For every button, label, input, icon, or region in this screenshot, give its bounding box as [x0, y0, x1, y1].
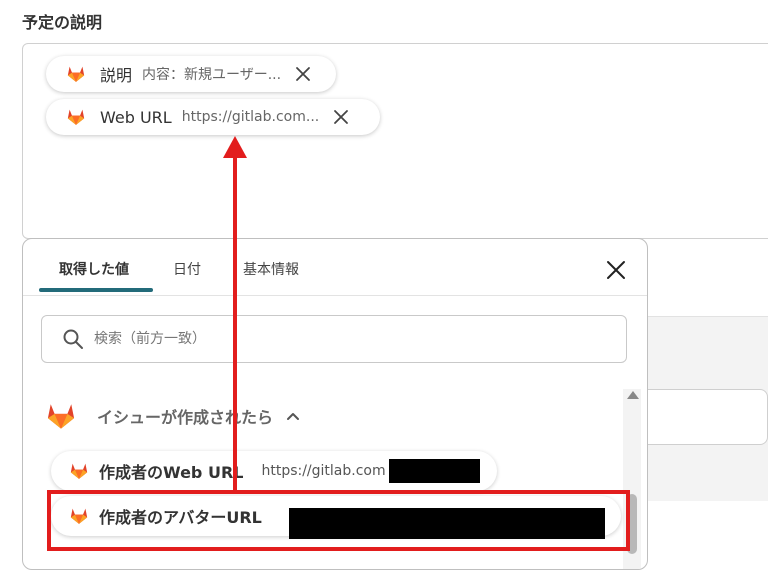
- value-picker-popup: 取得した値 日付 基本情報 イシューが作成されたら 作成者のWeb URL ht…: [22, 238, 648, 570]
- close-icon[interactable]: [333, 109, 349, 125]
- tab-acquired-values[interactable]: 取得した値: [59, 259, 129, 279]
- gitlab-icon: [66, 107, 86, 127]
- item-value: https://gitlab.com: [261, 463, 386, 479]
- chip-value: 内容：新規ユーザー...: [142, 67, 282, 83]
- search-field[interactable]: [41, 315, 627, 363]
- gitlab-icon: [45, 400, 77, 432]
- chevron-up-icon[interactable]: [285, 408, 301, 424]
- redaction-block: [289, 508, 605, 539]
- tab-bar: 取得した値 日付 基本情報: [23, 239, 647, 296]
- search-icon: [63, 329, 83, 349]
- tab-basic-info[interactable]: 基本情報: [243, 259, 299, 279]
- tab-date[interactable]: 日付: [173, 259, 201, 279]
- search-input[interactable]: [92, 330, 596, 348]
- scrollbar-thumb[interactable]: [627, 494, 637, 554]
- gitlab-icon: [69, 461, 89, 481]
- group-label: イシューが作成されたら: [97, 408, 274, 427]
- chip-name: 説明: [100, 66, 133, 85]
- group-issue-created[interactable]: イシューが作成されたら: [45, 399, 301, 433]
- gitlab-icon: [66, 64, 86, 84]
- active-tab-indicator: [39, 288, 153, 292]
- gitlab-icon: [69, 506, 89, 526]
- chip-name: Web URL: [100, 107, 172, 127]
- chip-value: https://gitlab.com...: [181, 109, 320, 125]
- chip-web-url[interactable]: Web URL https://gitlab.com...: [46, 99, 380, 135]
- redaction-block: [389, 459, 480, 483]
- close-icon[interactable]: [295, 66, 311, 82]
- section-label: 予定の説明: [22, 13, 103, 32]
- scroll-up-arrow[interactable]: [627, 391, 639, 399]
- chip-description[interactable]: 説明 内容：新規ユーザー...: [46, 56, 336, 92]
- close-icon[interactable]: [605, 259, 627, 281]
- item-name: 作成者のアバターURL: [99, 508, 262, 527]
- item-name: 作成者のWeb URL: [99, 463, 244, 482]
